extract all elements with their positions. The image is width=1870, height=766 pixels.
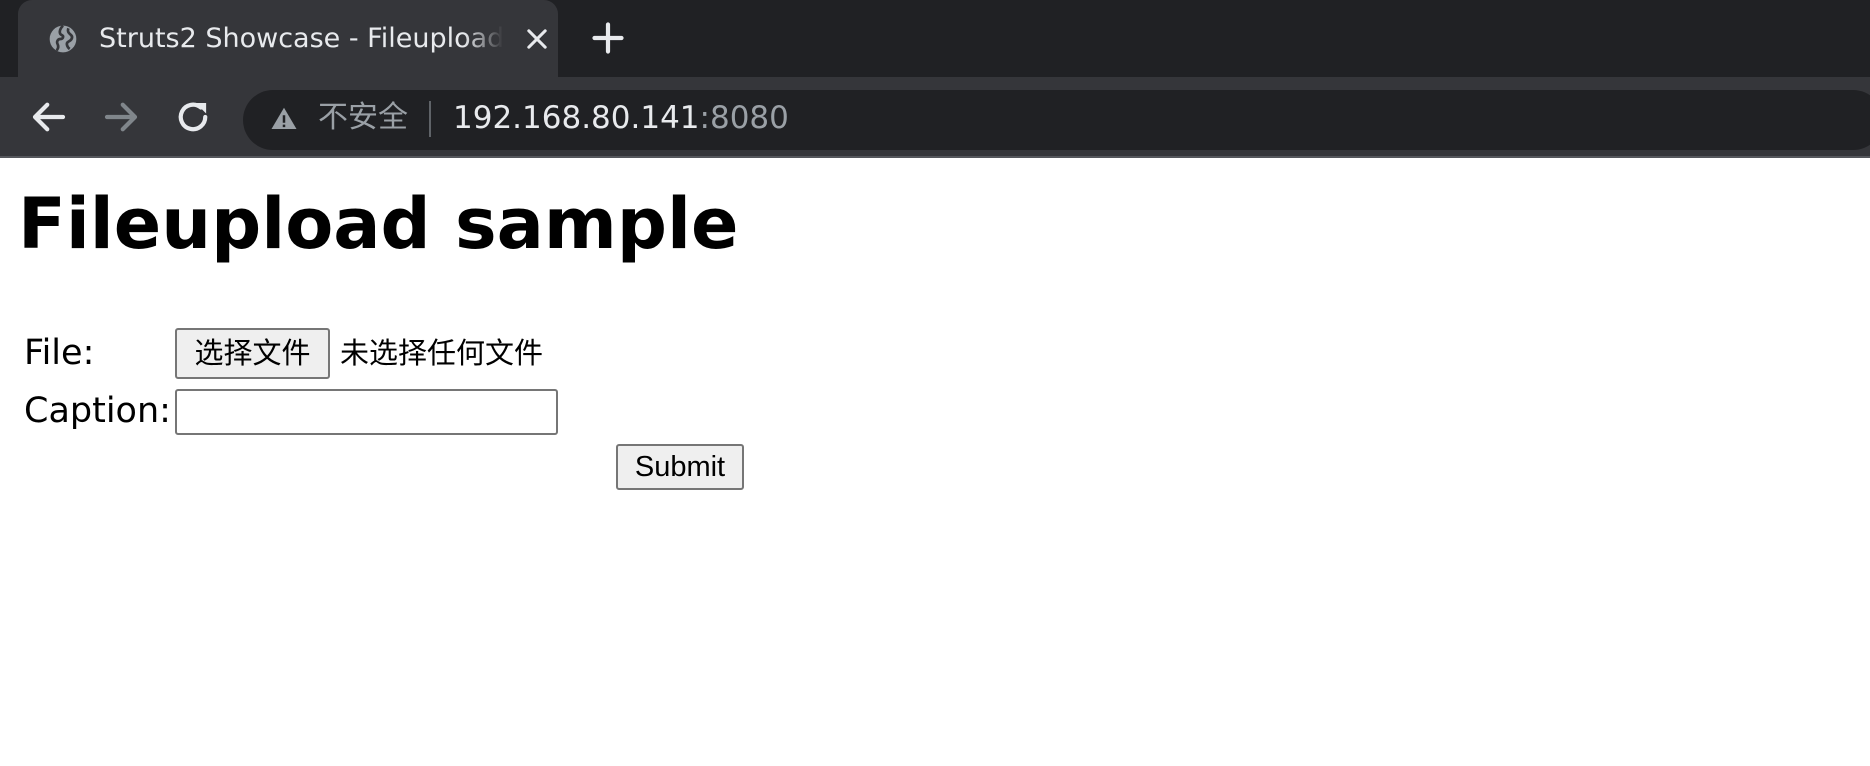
- security-label[interactable]: 不安全: [318, 97, 408, 139]
- file-label: File:: [24, 333, 95, 373]
- warning-icon[interactable]: [269, 104, 299, 134]
- globe-icon: [49, 24, 77, 53]
- address-divider: [429, 101, 431, 137]
- back-arrow-icon[interactable]: [28, 96, 70, 138]
- url-text[interactable]: 192.168.80.141:8080: [453, 97, 789, 139]
- url-host: 192.168.80.141: [453, 100, 700, 136]
- page-title: Fileupload sample: [18, 183, 739, 265]
- tab-title-fade: [464, 18, 510, 58]
- page-content: Fileupload sample File: 选择文件 未选择任何文件 Cap…: [0, 158, 1870, 766]
- caption-input[interactable]: [175, 389, 558, 435]
- caption-label: Caption:: [24, 391, 171, 431]
- browser-tab[interactable]: Struts2 Showcase - Fileupload: [18, 0, 558, 77]
- url-port: :8080: [699, 100, 789, 136]
- plus-icon[interactable]: [590, 20, 626, 56]
- file-status: 未选择任何文件: [340, 336, 544, 370]
- tab-title: Struts2 Showcase - Fileupload: [99, 23, 505, 54]
- forward-arrow-icon[interactable]: [100, 96, 142, 138]
- tab-strip: Struts2 Showcase - Fileupload: [0, 0, 1870, 77]
- close-icon[interactable]: [523, 25, 551, 53]
- reload-icon[interactable]: [172, 96, 214, 138]
- submit-button[interactable]: Submit: [616, 444, 744, 490]
- choose-file-button[interactable]: 选择文件: [175, 328, 330, 379]
